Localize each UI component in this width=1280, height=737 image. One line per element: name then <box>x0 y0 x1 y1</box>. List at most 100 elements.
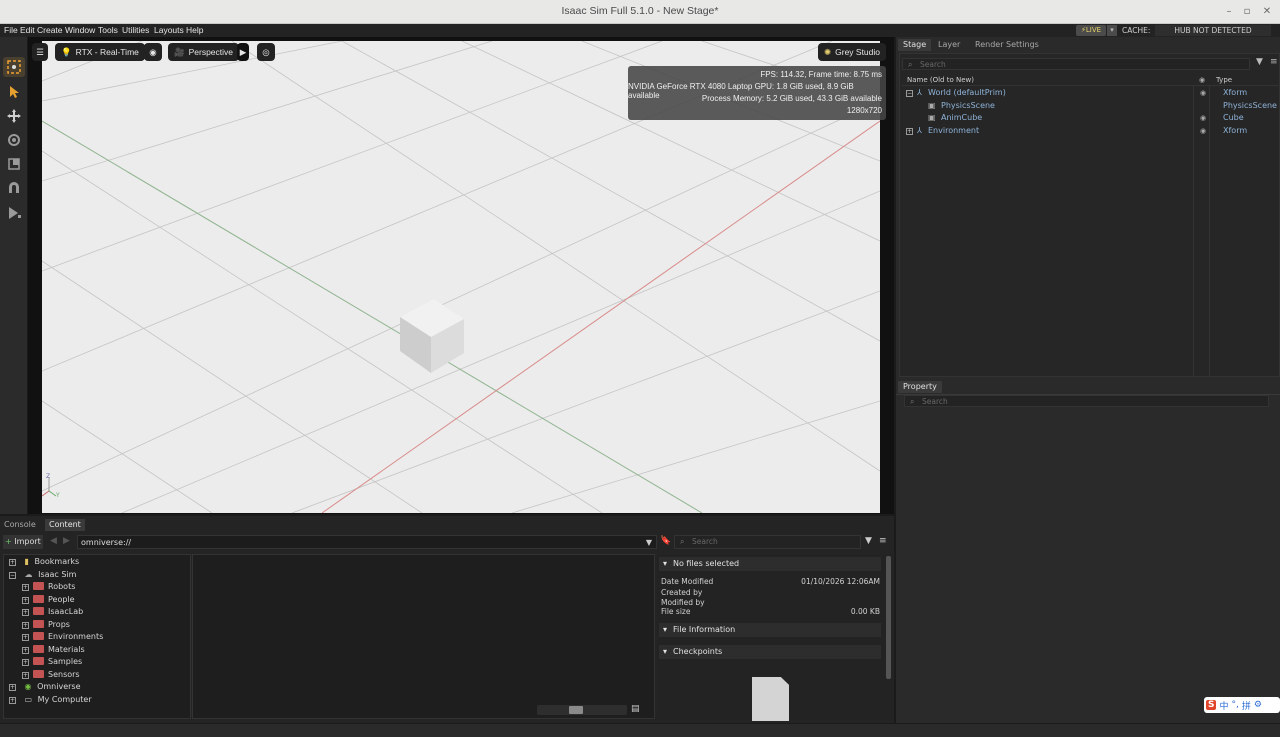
camera-label: Perspective <box>188 47 234 57</box>
tab-stage[interactable]: Stage <box>898 39 932 51</box>
xform-icon: ⅄ <box>917 88 922 97</box>
filter-icon[interactable]: ▼ <box>865 536 872 546</box>
ime-toolbar[interactable]: S 中 °, 拼 ⚙ <box>1204 697 1280 713</box>
bookmark-icon[interactable]: 🔖 <box>660 536 671 546</box>
expand-icon[interactable]: + <box>9 684 16 691</box>
visibility-eye-icon[interactable]: ◉ <box>1200 87 1206 99</box>
tree-omniverse[interactable]: + ◉ Omniverse <box>9 681 81 693</box>
property-search-input[interactable]: ⌕ Search <box>904 395 1269 407</box>
tree-bookmarks[interactable]: + ▮ Bookmarks <box>9 556 79 568</box>
options-menu-icon[interactable]: ≡ <box>879 536 887 546</box>
import-button[interactable]: + Import <box>3 535 43 549</box>
tree-samples[interactable]: + Samples <box>22 656 82 668</box>
ime-language[interactable]: 中 <box>1219 699 1228 712</box>
live-button[interactable]: ⚡LIVE <box>1076 25 1106 36</box>
back-icon[interactable]: ◀ <box>50 536 57 546</box>
expand-arrow-icon[interactable]: ▶ <box>237 43 249 61</box>
tab-render-settings[interactable]: Render Settings <box>970 39 1044 51</box>
tree-environments[interactable]: + Environments <box>22 631 103 643</box>
tab-property[interactable]: Property <box>898 381 942 393</box>
menu-tools[interactable]: Tools <box>98 25 118 35</box>
collapse-icon[interactable]: − <box>906 90 913 97</box>
tree-materials[interactable]: + Materials <box>22 644 85 656</box>
content-search-input[interactable]: ⌕ Search <box>674 535 861 549</box>
camera-selector[interactable]: 🎥 Perspective <box>168 43 240 61</box>
selection-header[interactable]: ▾ No files selected <box>659 557 881 571</box>
lighting-selector[interactable]: ✺ Grey Studio <box>818 43 887 61</box>
visibility-eye-icon[interactable]: ◉ <box>1200 112 1206 124</box>
tree-isaaclab[interactable]: + IsaacLab <box>22 606 83 618</box>
tab-console[interactable]: Console <box>0 519 40 531</box>
folder-icon <box>33 632 44 640</box>
expand-icon[interactable]: + <box>9 697 16 704</box>
path-field[interactable]: omniverse:// ▼ <box>77 535 657 549</box>
expand-icon[interactable]: + <box>22 634 29 641</box>
menu-create[interactable]: Create <box>37 25 63 35</box>
stage-row-animcube[interactable]: ▣ AnimCube ◉ Cube <box>904 112 1280 124</box>
file-list[interactable]: ▤ <box>192 554 655 719</box>
thumbnail-size-slider[interactable] <box>537 705 627 715</box>
options-menu-icon[interactable]: ≡ <box>1270 57 1278 67</box>
tab-content[interactable]: Content <box>45 519 85 531</box>
rotate-icon[interactable] <box>3 130 25 150</box>
expand-icon[interactable]: + <box>22 609 29 616</box>
tree-people[interactable]: + People <box>22 594 75 606</box>
snap-icon[interactable] <box>3 178 25 198</box>
file-information-header[interactable]: ▾ File Information <box>659 623 881 637</box>
tree-label: My Computer <box>37 695 92 704</box>
scale-icon[interactable] <box>3 154 25 174</box>
hub-status[interactable]: HUB NOT DETECTED <box>1155 25 1271 36</box>
tab-layer[interactable]: Layer <box>933 39 965 51</box>
menu-edit[interactable]: Edit <box>20 25 35 35</box>
tree-robots[interactable]: + Robots <box>22 581 75 593</box>
checkpoints-header[interactable]: ▾ Checkpoints <box>659 645 881 659</box>
name-column-header[interactable]: Name (Old to New) <box>907 76 974 84</box>
filter-icon[interactable]: ▼ <box>1256 57 1263 67</box>
menu-layouts[interactable]: Layouts <box>154 25 184 35</box>
expand-icon[interactable]: + <box>22 584 29 591</box>
expand-icon[interactable]: + <box>22 659 29 666</box>
expand-icon[interactable]: + <box>22 672 29 679</box>
select-mode-icon[interactable] <box>3 57 25 77</box>
ime-punctuation[interactable]: °, <box>1232 700 1239 710</box>
collapse-icon[interactable]: − <box>9 572 16 579</box>
stage-row-environment[interactable]: + ⅄ Environment ◉ Xform <box>904 125 1280 137</box>
menu-window[interactable]: Window <box>65 25 95 35</box>
stage-row-label: AnimCube <box>941 113 983 122</box>
forward-icon[interactable]: ▶ <box>63 536 70 546</box>
window-title: Isaac Sim Full 5.1.0 - New Stage* <box>561 5 719 17</box>
visibility-eye-icon[interactable]: ◉ <box>1200 125 1206 137</box>
tree-props[interactable]: + Props <box>22 619 70 631</box>
tree-my-computer[interactable]: + ▭ My Computer <box>9 694 92 706</box>
move-icon[interactable] <box>3 106 25 126</box>
scrollbar[interactable] <box>886 556 891 679</box>
ime-pinyin[interactable]: 拼 <box>1242 699 1251 712</box>
slider-handle[interactable] <box>569 706 583 714</box>
renderer-selector[interactable]: 💡 RTX - Real-Time <box>55 43 145 61</box>
stage-row-world[interactable]: − ⅄ World (defaultPrim) ◉ Xform <box>904 87 1280 99</box>
menu-help[interactable]: Help <box>186 25 203 35</box>
play-icon[interactable] <box>3 203 25 223</box>
close-icon[interactable]: ✕ <box>1258 3 1276 21</box>
menu-utilities[interactable]: Utilities <box>122 25 149 35</box>
gear-icon[interactable]: ⚙ <box>1254 700 1262 710</box>
expand-icon[interactable]: + <box>9 559 16 566</box>
maximize-icon[interactable]: ▫ <box>1238 3 1256 21</box>
stage-search-input[interactable]: ⌕ Search <box>902 58 1250 70</box>
visibility-eye-icon[interactable]: ◉ <box>144 43 162 61</box>
tree-sensors[interactable]: + Sensors <box>22 669 80 681</box>
expand-icon[interactable]: + <box>22 597 29 604</box>
path-dropdown-icon[interactable]: ▼ <box>646 536 652 549</box>
menu-file[interactable]: File <box>4 25 18 35</box>
cursor-icon[interactable] <box>3 82 25 102</box>
tree-isaac-sim[interactable]: − ☁ Isaac Sim <box>9 569 76 581</box>
stage-row-physicsscene[interactable]: ▣ PhysicsScene PhysicsScene <box>904 100 1280 112</box>
expand-icon[interactable]: + <box>906 128 913 135</box>
expand-icon[interactable]: + <box>22 622 29 629</box>
list-view-icon[interactable]: ▤ <box>631 704 640 714</box>
expand-icon[interactable]: + <box>22 647 29 654</box>
viewport-settings-icon[interactable]: ☰ <box>32 43 48 61</box>
live-dropdown-icon[interactable]: ▾ <box>1107 25 1117 36</box>
minimize-icon[interactable]: – <box>1220 3 1238 21</box>
broadcast-icon[interactable]: ◎ <box>257 43 275 61</box>
